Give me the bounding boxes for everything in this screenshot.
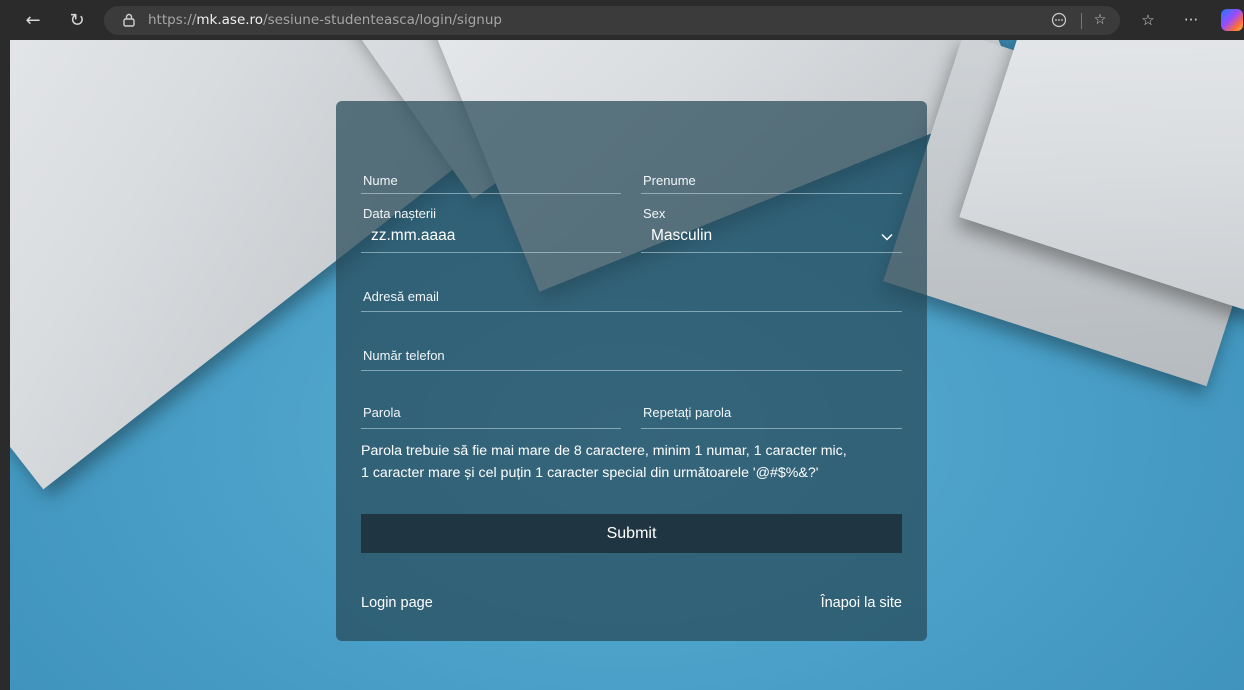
url-text[interactable]: https://mk.ase.ro/sesiune-studenteasca/l… <box>148 12 502 28</box>
submit-button[interactable]: Submit <box>361 514 902 553</box>
prenume-field[interactable]: Prenume <box>641 169 902 194</box>
birthdate-placeholder: zz.mm.aaaa <box>371 227 456 244</box>
browser-toolbar: ← ↻ https://mk.ase.ro/sesiune-studenteas… <box>0 0 1244 40</box>
password-label: Parola <box>363 405 401 420</box>
phone-field[interactable]: Număr telefon <box>361 343 902 371</box>
divider <box>1081 13 1082 29</box>
lock-icon[interactable] <box>120 11 138 29</box>
email-field[interactable]: Adresă email <box>361 284 902 312</box>
signup-form: Nume Prenume Data nașterii zz.mm.aaaa Se… <box>336 101 927 641</box>
chevron-down-icon <box>880 230 894 244</box>
url-path: /sesiune-studenteasca/login/signup <box>263 12 502 28</box>
login-page-link[interactable]: Login page <box>361 595 433 611</box>
password-field[interactable]: Parola <box>361 401 621 429</box>
nume-field[interactable]: Nume <box>361 169 621 194</box>
more-circle-icon[interactable] <box>1049 10 1069 30</box>
repeat-password-label: Repetați parola <box>643 405 732 420</box>
url-domain: mk.ase.ro <box>196 12 264 28</box>
phone-label: Număr telefon <box>363 348 445 363</box>
url-prefix: https:// <box>148 12 197 28</box>
password-requirements-line: 1 caracter mare și cel puțin 1 caracter … <box>361 465 819 481</box>
page-background: Nume Prenume Data nașterii zz.mm.aaaa Se… <box>10 40 1244 690</box>
back-arrow-icon[interactable]: ← <box>20 7 46 33</box>
password-requirements-line: Parola trebuie să fie mai mare de 8 cara… <box>361 443 847 459</box>
email-label: Adresă email <box>363 289 439 304</box>
reload-icon[interactable]: ↻ <box>64 7 90 33</box>
nume-label: Nume <box>363 173 398 188</box>
star-icon[interactable]: ☆ <box>1090 10 1110 30</box>
birthdate-field[interactable]: Data nașterii zz.mm.aaaa <box>361 206 621 253</box>
password-requirements: Parola trebuie să fie mai mare de 8 cara… <box>361 440 921 484</box>
sex-label: Sex <box>643 206 666 221</box>
copilot-icon[interactable] <box>1221 9 1243 31</box>
favorites-icon[interactable]: ☆ <box>1137 9 1159 31</box>
repeat-password-field[interactable]: Repetați parola <box>641 401 902 429</box>
more-dots-icon[interactable]: ··· <box>1180 9 1202 31</box>
back-to-site-link[interactable]: Înapoi la site <box>821 595 902 611</box>
sex-select[interactable]: Sex Masculin <box>641 206 902 253</box>
birthdate-label: Data nașterii <box>363 206 436 221</box>
sex-value: Masculin <box>651 227 713 244</box>
address-bar[interactable]: https://mk.ase.ro/sesiune-studenteasca/l… <box>104 6 1120 35</box>
prenume-label: Prenume <box>643 173 696 188</box>
